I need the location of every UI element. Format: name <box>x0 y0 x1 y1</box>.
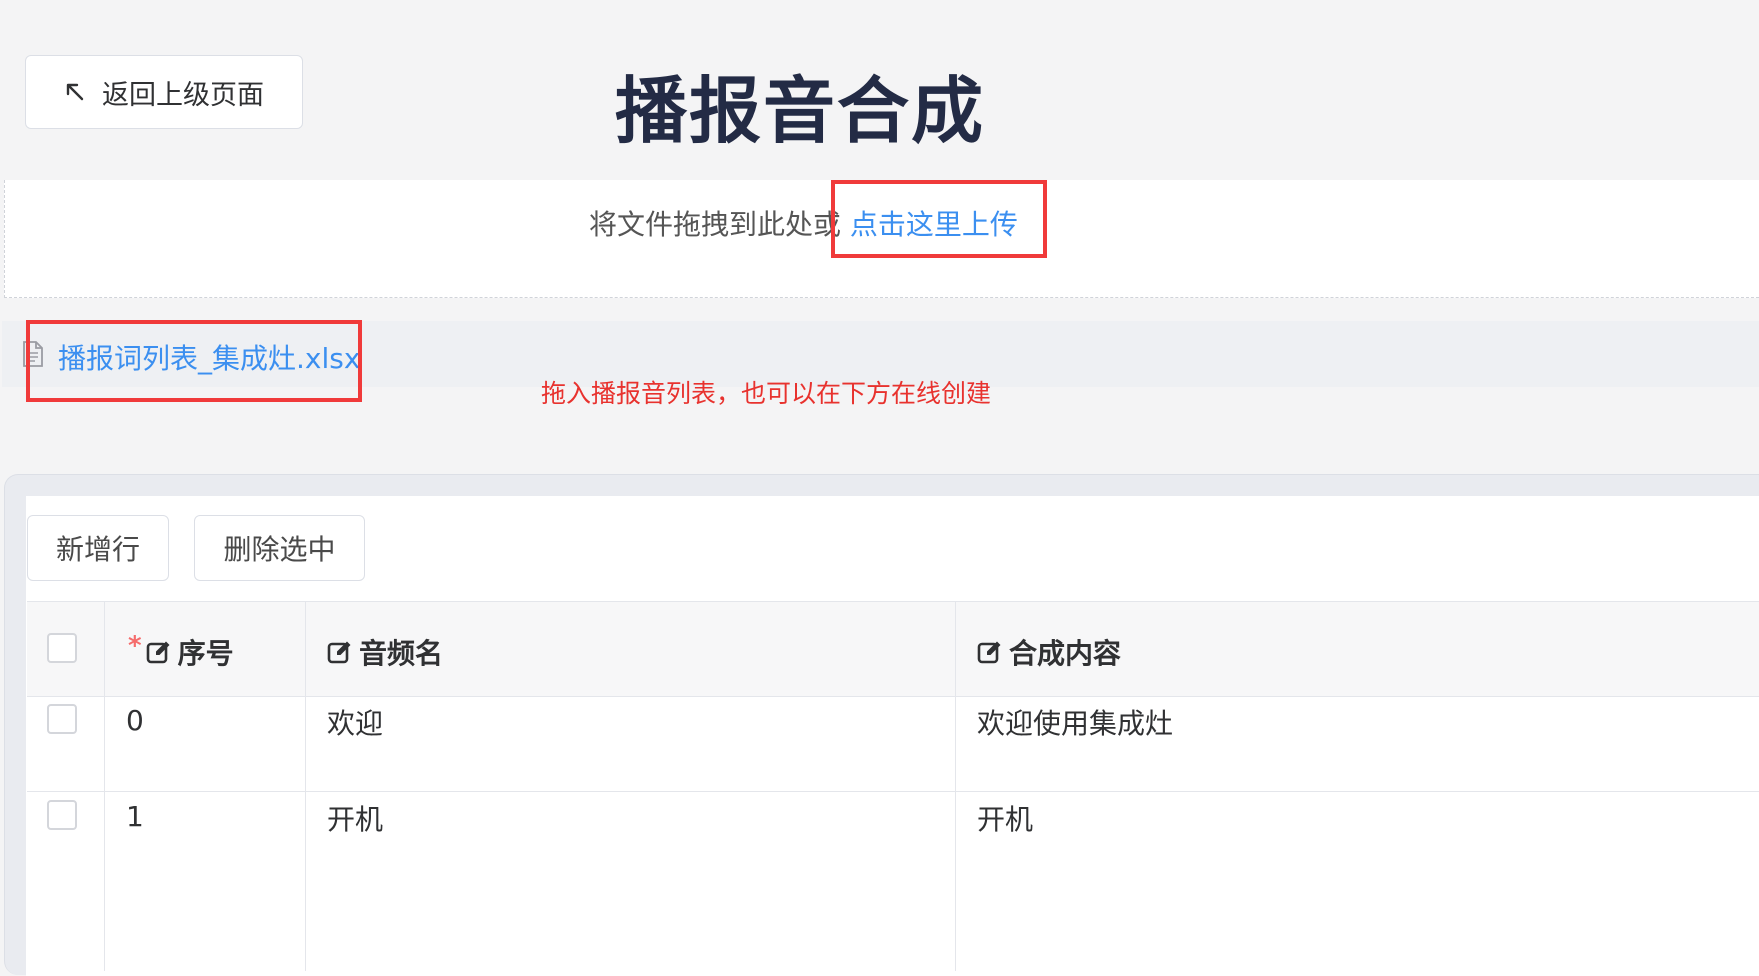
required-mark: * <box>128 631 142 661</box>
page-title: 播报音合成 <box>614 69 985 153</box>
cell-content[interactable]: 开机 <box>977 798 1033 838</box>
row-checkbox[interactable] <box>47 800 77 830</box>
column-divider <box>104 601 105 971</box>
edit-icon <box>146 641 170 664</box>
edit-icon <box>977 641 1001 664</box>
column-divider <box>305 601 306 971</box>
column-header-audio-name[interactable]: 音频名 <box>327 632 443 672</box>
column-header-index-label: 序号 <box>177 637 234 670</box>
highlight-box-file <box>26 320 362 402</box>
edit-icon <box>327 641 351 664</box>
highlight-box-upload <box>831 180 1047 258</box>
delete-selected-button[interactable]: 删除选中 <box>194 515 365 581</box>
annotation-text: 拖入播报音列表，也可以在下方在线创建 <box>541 379 992 408</box>
column-header-audio-name-label: 音频名 <box>359 637 444 670</box>
cell-index[interactable]: 0 <box>126 704 144 737</box>
row-divider <box>27 791 1759 792</box>
table-header <box>27 601 1759 697</box>
cell-index[interactable]: 1 <box>126 800 144 833</box>
column-header-index[interactable]: * 序号 <box>128 631 234 672</box>
upload-hint-text: 将文件拖拽到此处或 <box>589 208 842 241</box>
select-all-checkbox[interactable] <box>47 633 77 663</box>
row-checkbox[interactable] <box>47 704 77 734</box>
column-header-content[interactable]: 合成内容 <box>977 632 1121 672</box>
column-header-content-label: 合成内容 <box>1009 637 1122 670</box>
add-row-button[interactable]: 新增行 <box>27 515 169 581</box>
column-divider <box>955 601 956 971</box>
cell-audio-name[interactable]: 欢迎 <box>327 702 383 742</box>
cell-audio-name[interactable]: 开机 <box>327 798 383 838</box>
cell-content[interactable]: 欢迎使用集成灶 <box>977 702 1173 742</box>
